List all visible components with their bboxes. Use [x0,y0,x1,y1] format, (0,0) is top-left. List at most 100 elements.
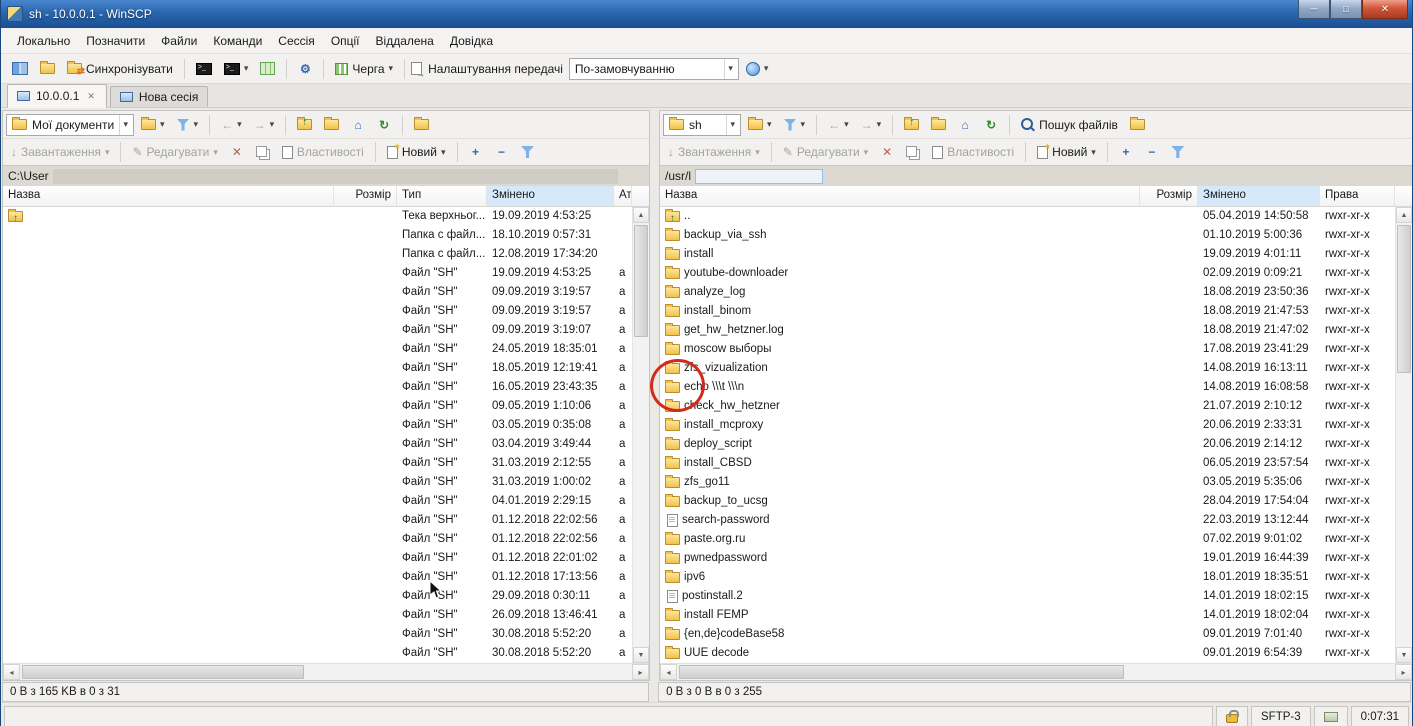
column-header[interactable]: Розмір [334,186,397,206]
file-row[interactable]: Файл "SH"18.05.2019 12:19:41a [3,359,632,378]
file-row[interactable]: Файл "SH"09.09.2019 3:19:07a [3,321,632,340]
scroll-left-icon[interactable]: ◂ [3,664,20,680]
file-row[interactable]: Файл "SH"26.09.2018 13:46:41a [3,606,632,625]
file-row[interactable]: Файл "SH"03.05.2019 0:35:08a [3,416,632,435]
file-row[interactable]: Файл "SH"01.12.2018 22:02:56a [3,511,632,530]
column-header[interactable]: Атр [614,186,632,206]
local-parent-dir-button[interactable] [292,113,317,137]
scroll-thumb[interactable] [679,665,1124,679]
file-row[interactable]: Папка с файл...18.10.2019 0:57:31 [3,226,632,245]
remote-path-bar[interactable]: /usr/l [660,165,1412,186]
file-row[interactable]: Файл "SH"01.12.2018 22:02:56a [3,530,632,549]
file-row[interactable]: {en,de}codeBase5809.01.2019 7:01:40rwxr-… [660,625,1395,644]
column-header[interactable]: Змінено [1198,186,1320,206]
file-row[interactable]: Файл "SH"09.09.2019 3:19:57a [3,302,632,321]
file-row[interactable]: Файл "SH"31.03.2019 1:00:02a [3,473,632,492]
local-edit-button[interactable]: ✎Редагувати▾ [127,140,222,164]
console-button[interactable] [191,57,217,81]
menu-item[interactable]: Віддалена [368,30,442,52]
compare-dirs-button[interactable] [35,57,60,81]
tab-close-icon[interactable]: ✕ [85,90,97,103]
remote-bookmark-button[interactable] [1125,113,1150,137]
menu-item[interactable]: Команди [205,30,270,52]
remote-parent-dir-button[interactable] [899,113,924,137]
file-row[interactable]: Файл "SH"09.05.2019 1:10:06a [3,397,632,416]
scroll-thumb[interactable] [634,225,648,337]
file-row[interactable]: Тека верхньог...19.09.2019 4:53:25 [3,207,632,226]
remote-delete-button[interactable]: ✕ [875,140,899,164]
remote-properties-button[interactable]: Властивості [927,140,1019,164]
column-header[interactable]: Назва [660,186,1140,206]
remote-back-button[interactable]: ←▾ [823,113,854,137]
file-row[interactable]: Файл "SH"31.03.2019 2:12:55a [3,454,632,473]
open-session-console-button[interactable]: ▾ [219,57,254,81]
find-files-button[interactable]: Пошук файлів [1016,113,1123,137]
menu-item[interactable]: Позначити [78,30,153,52]
minimize-button[interactable]: ─ [1298,0,1330,19]
remote-duplicate-button[interactable] [901,140,925,164]
tab-session-10-0-0-1[interactable]: 10.0.0.1 ✕ [7,84,107,108]
tab-new-session[interactable]: Нова сесія [110,86,208,107]
menu-item[interactable]: Опції [323,30,368,52]
remote-horizontal-scrollbar[interactable]: ◂ ▸ [660,663,1412,680]
file-row[interactable]: Файл "SH"29.09.2018 0:30:11a [3,587,632,606]
queue-button[interactable]: Черга ▾ [330,57,398,81]
file-row[interactable]: UUE decode09.01.2019 6:54:39rwxr-xr-x [660,644,1395,663]
local-unselect-button[interactable]: − [490,140,514,164]
file-row[interactable]: Файл "SH"03.04.2019 3:49:44a [3,435,632,454]
encryption-cell[interactable] [1216,706,1248,726]
background-transfers-button[interactable] [255,57,280,81]
scroll-up-icon[interactable]: ▲ [633,207,649,223]
scroll-right-icon[interactable]: ▸ [632,664,649,680]
remote-root-dir-button[interactable] [926,113,951,137]
remote-new-button[interactable]: Новий▾ [1032,140,1101,164]
column-header[interactable]: Розмір [1140,186,1198,206]
local-drive-combo[interactable]: Мої документи ▾ [6,114,134,136]
file-row[interactable]: install FEMP14.01.2019 18:02:04rwxr-xr-x [660,606,1395,625]
local-properties-button[interactable]: Властивості [277,140,369,164]
file-row[interactable]: zfs_vizualization14.08.2019 16:13:11rwxr… [660,359,1395,378]
close-button[interactable]: ✕ [1362,0,1408,19]
local-refresh-button[interactable]: ↻ [372,113,396,137]
scroll-thumb[interactable] [22,665,304,679]
column-header[interactable]: Назва [3,186,334,206]
file-row[interactable]: install_CBSD06.05.2019 23:57:54rwxr-xr-x [660,454,1395,473]
remote-select-button[interactable]: + [1114,140,1138,164]
remote-home-dir-button[interactable]: ⌂ [953,113,977,137]
file-row[interactable]: Файл "SH"09.09.2019 3:19:57a [3,283,632,302]
file-row[interactable]: analyze_log18.08.2019 23:50:36rwxr-xr-x [660,283,1395,302]
file-row[interactable]: ipv618.01.2019 18:35:51rwxr-xr-x [660,568,1395,587]
menu-item[interactable]: Файли [153,30,205,52]
file-row[interactable]: Файл "SH"30.08.2018 5:52:20a [3,644,632,663]
scroll-up-icon[interactable]: ▲ [1396,207,1412,223]
file-row[interactable]: Файл "SH"19.09.2019 4:53:25a [3,264,632,283]
download-button[interactable]: ↓Звантаження▾ [663,140,765,164]
file-row[interactable]: Файл "SH"04.01.2019 2:29:15a [3,492,632,511]
local-duplicate-button[interactable] [251,140,275,164]
file-row[interactable]: zfs_go1103.05.2019 5:35:06rwxr-xr-x [660,473,1395,492]
synchronize-button[interactable]: Синхронізувати [62,57,178,81]
file-row[interactable]: backup_to_ucsg28.04.2019 17:54:04rwxr-xr… [660,492,1395,511]
scroll-right-icon[interactable]: ▸ [1395,664,1412,680]
remote-vertical-scrollbar[interactable]: ▲ ▼ [1395,207,1412,663]
menu-item[interactable]: Довідка [442,30,501,52]
file-row[interactable]: get_hw_hetzner.log18.08.2019 21:47:02rwx… [660,321,1395,340]
file-row[interactable]: search-password22.03.2019 13:12:44rwxr-x… [660,511,1395,530]
local-forward-button[interactable]: →▾ [249,113,280,137]
scroll-down-icon[interactable]: ▼ [1396,647,1412,663]
remote-edit-button[interactable]: ✎Редагувати▾ [778,140,873,164]
file-row[interactable]: Файл "SH"01.12.2018 22:01:02a [3,549,632,568]
file-row[interactable]: deploy_script20.06.2019 2:14:12rwxr-xr-x [660,435,1395,454]
file-row[interactable]: Файл "SH"24.05.2019 18:35:01a [3,340,632,359]
menu-item[interactable]: Локально [9,30,78,52]
remote-open-dir-button[interactable]: ▾ [743,113,777,137]
column-header[interactable]: Права [1320,186,1395,206]
file-row[interactable]: Файл "SH"01.12.2018 17:13:56a [3,568,632,587]
file-row[interactable]: youtube-downloader02.09.2019 0:09:21rwxr… [660,264,1395,283]
upload-button[interactable]: ↓Завантаження▾ [6,140,114,164]
title-bar[interactable]: sh - 10.0.0.1 - WinSCP ─ □ ✕ [1,0,1412,28]
remote-forward-button[interactable]: →▾ [856,113,887,137]
local-back-button[interactable]: ←▾ [216,113,247,137]
scroll-left-icon[interactable]: ◂ [660,664,677,680]
column-header[interactable]: Тип [397,186,487,206]
